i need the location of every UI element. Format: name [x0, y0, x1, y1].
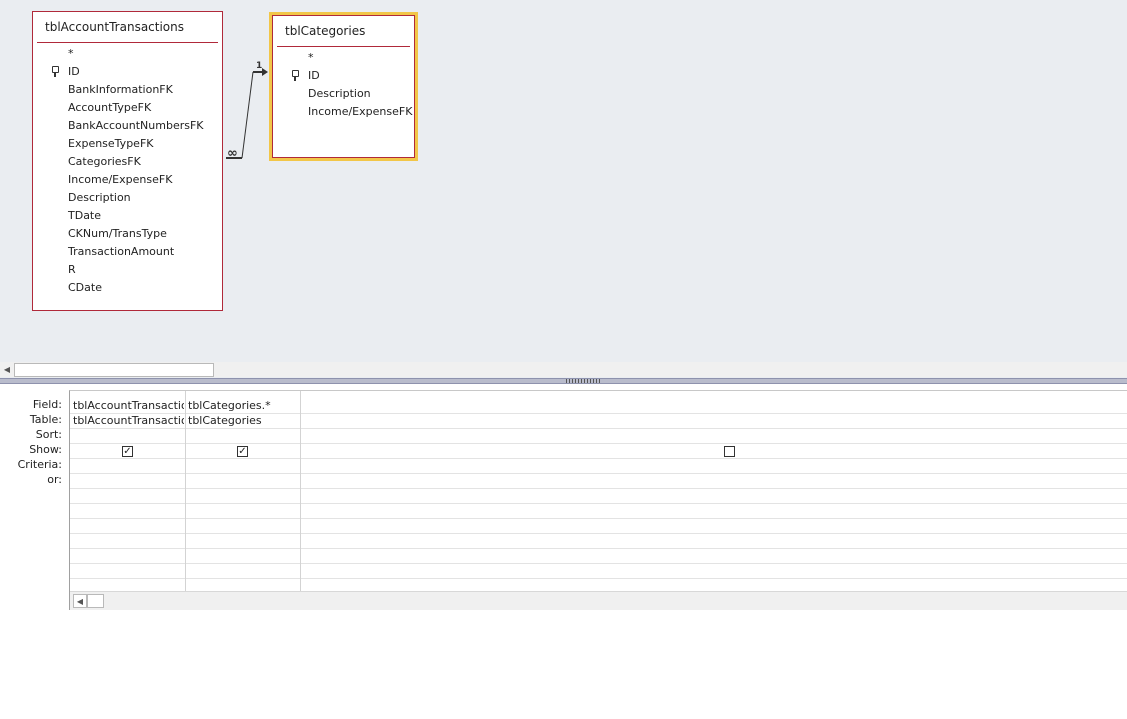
field-item[interactable]: ExpenseTypeFK	[33, 135, 222, 153]
field-item[interactable]: AccountTypeFK	[33, 99, 222, 117]
many-side-label: ∞	[227, 146, 238, 161]
field-label: ID	[308, 69, 320, 82]
field-item[interactable]: ID	[33, 63, 222, 81]
field-item[interactable]: Description	[33, 189, 222, 207]
field-label: AccountTypeFK	[68, 101, 152, 114]
splitter-grip[interactable]	[566, 379, 602, 383]
field-label: R	[68, 263, 76, 276]
grid-horizontal-scrollbar[interactable]: ◀	[70, 591, 1127, 610]
grid-row-line	[70, 548, 1127, 549]
table-box-categories[interactable]: tblCategories * ID Description Income/Ex…	[269, 12, 418, 161]
show-checkbox[interactable]: ✓	[122, 446, 133, 457]
scroll-thumb[interactable]	[14, 363, 214, 377]
field-label: *	[308, 51, 314, 64]
row-label-show: Show:	[29, 443, 62, 456]
relationship-pane[interactable]: tblAccountTransactions * ID BankInformat…	[0, 0, 1127, 378]
field-item[interactable]: CategoriesFK	[33, 153, 222, 171]
field-item[interactable]: CKNum/TransType	[33, 225, 222, 243]
grid-row-line	[70, 428, 1127, 429]
grid-row-line	[70, 443, 1127, 444]
table-inner-border: tblCategories * ID Description Income/Ex…	[272, 15, 415, 158]
show-checkbox[interactable]	[724, 446, 735, 457]
grid-row-line	[70, 533, 1127, 534]
scroll-left-arrow-icon[interactable]: ◀	[0, 362, 14, 377]
field-label: Description	[308, 87, 371, 100]
one-side-label: 1	[256, 61, 262, 71]
grid-column-divider[interactable]	[300, 391, 301, 592]
field-label: TDate	[68, 209, 102, 222]
field-item[interactable]: BankInformationFK	[33, 81, 222, 99]
table-box-account-transactions[interactable]: tblAccountTransactions * ID BankInformat…	[32, 11, 223, 311]
field-item[interactable]: TransactionAmount	[33, 243, 222, 261]
field-label: CategoriesFK	[68, 155, 141, 168]
row-label-criteria: Criteria:	[17, 458, 62, 471]
field-item[interactable]: ID	[273, 67, 414, 85]
check-icon: ✓	[123, 446, 132, 457]
grid-cell-table[interactable]: tblCategories	[185, 413, 300, 428]
field-label: ExpenseTypeFK	[68, 137, 154, 150]
field-item[interactable]: *	[273, 49, 414, 67]
field-label: Income/ExpenseFK	[308, 105, 413, 118]
field-item[interactable]: CDate	[33, 279, 222, 297]
title-divider	[277, 46, 410, 47]
show-checkbox[interactable]: ✓	[237, 446, 248, 457]
row-label-field: Field:	[32, 398, 62, 411]
field-label: ID	[68, 65, 80, 78]
scroll-left-arrow-icon[interactable]: ◀	[73, 594, 87, 608]
grid-row-line	[70, 578, 1127, 579]
grid-row-line	[70, 488, 1127, 489]
field-item[interactable]: R	[33, 261, 222, 279]
key-icon	[52, 66, 59, 77]
field-label: BankAccountNumbersFK	[68, 119, 204, 132]
grid-row-line	[70, 563, 1127, 564]
grid-row-labels: Field: Table: Sort: Show: Criteria: or:	[0, 397, 66, 487]
grid-row-line	[70, 518, 1127, 519]
field-label: CKNum/TransType	[68, 227, 167, 240]
key-icon	[292, 70, 299, 81]
field-label: Description	[68, 191, 131, 204]
row-label-or: or:	[47, 473, 62, 486]
grid-row-line	[70, 458, 1127, 459]
table-title[interactable]: tblCategories	[273, 16, 414, 46]
field-item[interactable]: BankAccountNumbersFK	[33, 117, 222, 135]
upper-horizontal-scrollbar[interactable]: ◀	[0, 362, 1127, 377]
grid-row-line	[70, 503, 1127, 504]
table-title[interactable]: tblAccountTransactions	[33, 12, 222, 42]
field-item[interactable]: Income/ExpenseFK	[33, 171, 222, 189]
pane-splitter[interactable]	[0, 378, 1127, 384]
title-divider	[37, 42, 218, 43]
row-label-sort: Sort:	[35, 428, 62, 441]
field-label: TransactionAmount	[68, 245, 175, 258]
scroll-thumb[interactable]	[87, 594, 104, 608]
check-icon: ✓	[238, 446, 247, 457]
field-label: Income/ExpenseFK	[68, 173, 173, 186]
field-item[interactable]: Income/ExpenseFK	[273, 103, 414, 121]
field-label: CDate	[68, 281, 102, 294]
field-item[interactable]: Description	[273, 85, 414, 103]
grid-cell-field[interactable]: tblAccountTransactio	[70, 398, 184, 413]
grid-row-line	[70, 473, 1127, 474]
join-line[interactable]	[226, 68, 268, 159]
field-list: * ID Description Income/ExpenseFK	[273, 49, 414, 121]
grid-cell-field[interactable]: tblCategories.*	[185, 398, 300, 413]
field-label: *	[68, 47, 74, 60]
query-design-grid[interactable]: tblAccountTransactio tblAccountTransacti…	[69, 390, 1127, 610]
field-list: * ID BankInformationFK AccountTypeFK Ban…	[33, 45, 222, 297]
field-label: BankInformationFK	[68, 83, 173, 96]
row-label-table: Table:	[29, 413, 62, 426]
grid-cell-table[interactable]: tblAccountTransactio	[70, 413, 184, 428]
field-item[interactable]: *	[33, 45, 222, 63]
field-item[interactable]: TDate	[33, 207, 222, 225]
